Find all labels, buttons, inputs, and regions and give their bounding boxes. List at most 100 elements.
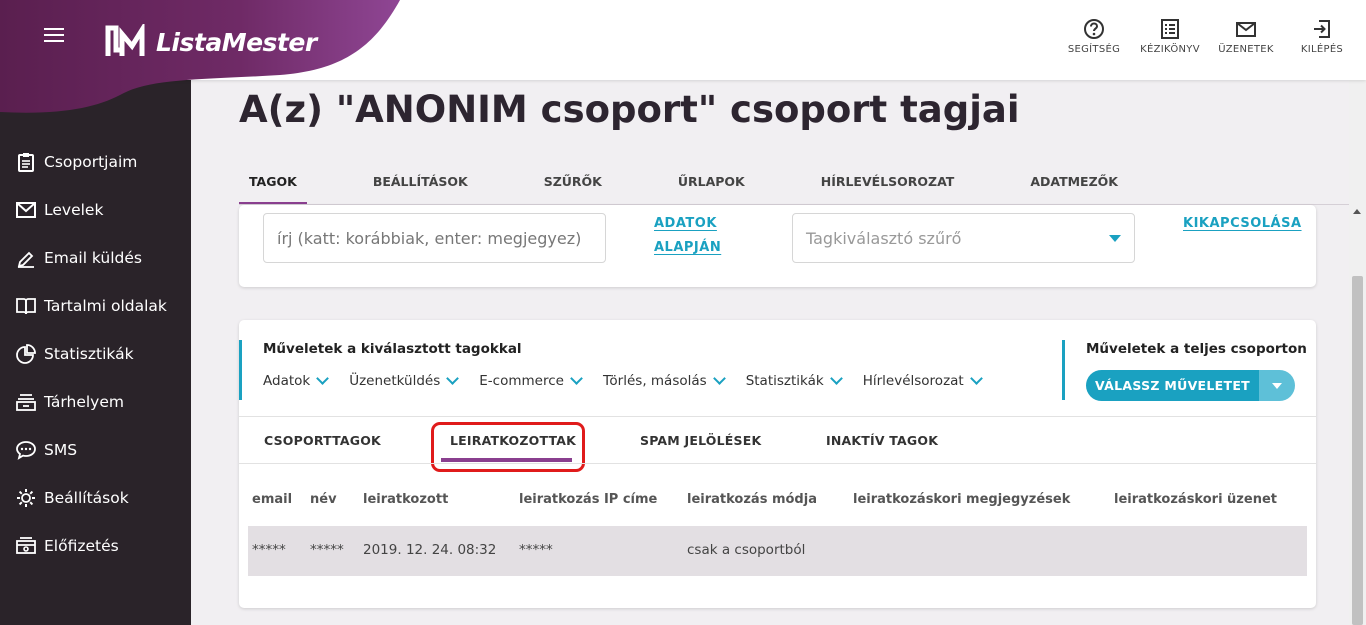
sidebar-item-content-pages[interactable]: Tartalmi oldalak <box>16 294 167 318</box>
subtab-unsubscribed[interactable]: LEIRATKOZOTTAK <box>450 433 576 448</box>
column-header-unsubscribe-notes[interactable]: leiratkozáskori megjegyzések <box>853 492 1070 507</box>
app-logo[interactable]: ListaMester <box>104 24 317 60</box>
sidebar-item-storage[interactable]: Tárhelyem <box>16 390 124 414</box>
sidebar-item-subscription[interactable]: Előfizetés <box>16 534 119 558</box>
chevron-down-icon <box>969 372 983 385</box>
column-header-unsubscribe-method[interactable]: leiratkozás módja <box>687 492 817 507</box>
chat-bubble-icon <box>16 440 36 460</box>
subtabs-top-divider <box>239 416 1316 417</box>
column-header-email[interactable]: email <box>252 492 292 507</box>
sidebar-item-statistics[interactable]: Statisztikák <box>16 342 134 366</box>
filter-by-data-link[interactable]: ADATOK ALAPJÁN <box>654 212 721 260</box>
subtab-group-members[interactable]: CSOPORTTAGOK <box>264 433 381 448</box>
listamester-logo-icon <box>105 24 145 56</box>
sidebar-item-label: Tárhelyem <box>44 393 124 411</box>
clipboard-icon <box>16 152 36 172</box>
chevron-down-icon <box>829 372 843 385</box>
app-name: ListaMester <box>156 27 317 57</box>
search-input[interactable]: írj (katt: korábbiak, enter: megjegyez) <box>263 213 606 263</box>
book-icon <box>16 296 36 316</box>
ops-ecommerce-dropdown[interactable]: E-commerce <box>479 372 583 389</box>
help-button[interactable]: SEGÍTSÉG <box>1056 18 1132 55</box>
sidebar-item-send-email[interactable]: Email küldés <box>16 246 142 270</box>
subscription-icon <box>16 536 36 556</box>
column-header-name[interactable]: név <box>310 492 337 507</box>
scroll-up-arrow-icon[interactable] <box>1353 209 1361 214</box>
sidebar-item-label: Beállítások <box>44 489 129 507</box>
tab-settings[interactable]: BEÁLLÍTÁSOK <box>363 172 478 204</box>
logout-icon <box>1314 20 1330 38</box>
cell-unsubscribe-ip: ***** <box>519 542 553 558</box>
ops-data-label: Adatok <box>263 373 311 389</box>
ops-statistics-dropdown[interactable]: Statisztikák <box>746 372 843 389</box>
pie-chart-icon <box>16 344 36 364</box>
tag-filter-placeholder: Tagkiválasztó szűrő <box>806 228 962 248</box>
manual-label: KÉZIKÖNYV <box>1140 44 1200 55</box>
sidebar-item-label: Előfizetés <box>44 537 119 555</box>
disable-filter-link[interactable]: KIKAPCSOLÁSA <box>1183 212 1302 236</box>
scrollbar-thumb[interactable] <box>1352 276 1363 625</box>
choose-operation-toggle[interactable] <box>1259 370 1295 401</box>
sidebar-item-sms[interactable]: SMS <box>16 438 77 462</box>
column-header-unsubscribe-ip[interactable]: leiratkozás IP címe <box>519 492 657 507</box>
tab-members[interactable]: TAGOK <box>239 172 307 205</box>
ops-messaging-dropdown[interactable]: Üzenetküldés <box>349 372 460 389</box>
messages-label: ÜZENETEK <box>1218 44 1274 55</box>
envelope-icon <box>1236 22 1256 37</box>
column-header-unsubscribed-at[interactable]: leiratkozott <box>363 492 448 507</box>
ops-delete-copy-dropdown[interactable]: Törlés, másolás <box>602 372 726 389</box>
ops-data-dropdown[interactable]: Adatok <box>263 372 330 389</box>
tag-filter-select[interactable]: Tagkiválasztó szűrő <box>792 213 1135 263</box>
tab-forms[interactable]: ŰRLAPOK <box>668 172 755 204</box>
logout-button[interactable]: KILÉPÉS <box>1284 18 1360 55</box>
main-content: A(z) "ANONIM csoport" csoport tagjai TAG… <box>191 80 1349 625</box>
sidebar-item-label: Csoportjaim <box>44 153 138 171</box>
ops-newsletter-series-dropdown[interactable]: Hírlevélsorozat <box>862 372 983 389</box>
tab-data-fields[interactable]: ADATMEZŐK <box>1020 172 1128 204</box>
filter-by-data-line2: ALAPJÁN <box>654 240 722 255</box>
manual-list-icon <box>1161 19 1179 39</box>
ops-messaging-label: Üzenetküldés <box>349 373 441 389</box>
sidebar-item-label: Levelek <box>44 201 104 219</box>
column-header-unsubscribe-message[interactable]: leiratkozáskori üzenet <box>1114 492 1277 507</box>
cell-unsubscribed-at: 2019. 12. 24. 08:32 <box>363 542 497 558</box>
ops-delete-copy-label: Törlés, másolás <box>602 373 707 389</box>
tab-filters[interactable]: SZŰRŐK <box>534 172 612 204</box>
envelope-icon <box>16 200 36 220</box>
ops-newsletter-series-label: Hírlevélsorozat <box>862 373 964 389</box>
sidebar-item-label: SMS <box>44 441 78 459</box>
choose-operation-label[interactable]: VÁLASSZ MŰVELETET <box>1086 370 1259 401</box>
messages-button[interactable]: ÜZENETEK <box>1208 18 1284 55</box>
subtabs-bottom-divider <box>239 463 1316 464</box>
page-scrollbar[interactable] <box>1349 80 1366 625</box>
cell-unsubscribe-method: csak a csoportból <box>687 542 806 558</box>
storage-icon <box>16 392 36 412</box>
sidebar-item-label: Statisztikák <box>44 345 134 363</box>
gear-icon <box>16 488 36 508</box>
chevron-down-icon <box>712 372 726 385</box>
active-subtab-indicator <box>441 458 572 462</box>
chevron-down-icon <box>316 372 330 385</box>
caret-down-icon <box>1272 382 1282 389</box>
help-label: SEGÍTSÉG <box>1067 44 1121 55</box>
header-actions: SEGÍTSÉG KÉZIKÖNYV ÜZENETEK KILÉPÉS <box>1056 18 1360 55</box>
cell-name: ***** <box>310 542 344 558</box>
selected-operations: Műveletek a kiválasztott tagokkal Adatok… <box>239 340 1039 400</box>
manual-button[interactable]: KÉZIKÖNYV <box>1132 18 1208 55</box>
selected-operations-menu: Adatok Üzenetküldés E-commerce Törlés, m… <box>263 372 1039 389</box>
logout-label: KILÉPÉS <box>1300 44 1344 55</box>
subtab-spam-reports[interactable]: SPAM JELÖLÉSEK <box>640 433 761 448</box>
group-operations: Műveletek a teljes csoporton VÁLASSZ MŰV… <box>1062 340 1307 401</box>
menu-toggle-button[interactable] <box>44 28 64 42</box>
choose-operation-button[interactable]: VÁLASSZ MŰVELETET <box>1086 370 1307 401</box>
sidebar-item-label: Email küldés <box>44 249 143 267</box>
subtab-inactive-members[interactable]: INAKTÍV TAGOK <box>826 433 938 448</box>
page-tabs: TAGOK BEÁLLÍTÁSOK SZŰRŐK ŰRLAPOK HÍRLEVÉ… <box>239 172 1128 205</box>
filter-by-data-line1: ADATOK <box>654 216 717 231</box>
search-placeholder: írj (katt: korábbiak, enter: megjegyez) <box>277 228 582 248</box>
sidebar-item-groups[interactable]: Csoportjaim <box>16 150 137 174</box>
tab-newsletter-series[interactable]: HÍRLEVÉLSOROZAT <box>811 172 965 204</box>
sidebar-item-letters[interactable]: Levelek <box>16 198 103 222</box>
caret-down-icon <box>1109 234 1121 242</box>
sidebar-item-settings[interactable]: Beállítások <box>16 486 129 510</box>
